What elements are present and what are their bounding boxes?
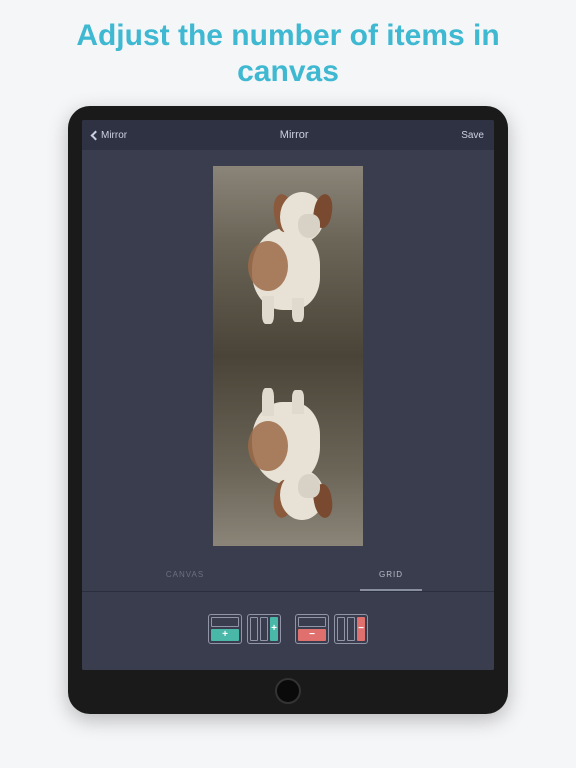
add-group: + +: [208, 614, 281, 644]
remove-group: − −: [295, 614, 368, 644]
grid-controls: + + − −: [82, 592, 494, 670]
grid-cell-icon: [337, 617, 345, 641]
plus-icon: +: [270, 617, 278, 641]
remove-row-button[interactable]: −: [295, 614, 329, 644]
dog-illustration-mirrored: [238, 386, 338, 526]
add-column-button[interactable]: +: [247, 614, 281, 644]
mirrored-photo: [213, 166, 363, 546]
canvas-area[interactable]: [82, 150, 494, 562]
grid-cell-icon: [260, 617, 268, 641]
grid-cell-icon: [211, 617, 239, 627]
plus-icon: +: [211, 629, 239, 641]
dog-illustration: [238, 186, 338, 326]
grid-cell-icon: [250, 617, 258, 641]
chevron-left-icon: [91, 130, 101, 140]
navbar: Mirror Mirror Save: [82, 120, 494, 150]
grid-cell-icon: [298, 617, 326, 627]
photo-top-half: [213, 166, 363, 356]
photo-bottom-half: [213, 356, 363, 546]
promo-title: Adjust the number of items in canvas: [0, 18, 576, 90]
remove-column-button[interactable]: −: [334, 614, 368, 644]
minus-icon: −: [357, 617, 365, 641]
add-row-button[interactable]: +: [208, 614, 242, 644]
home-button[interactable]: [275, 678, 301, 704]
save-button[interactable]: Save: [461, 130, 484, 141]
tabs-bar: CANVAS GRID: [82, 562, 494, 592]
grid-cell-icon: [347, 617, 355, 641]
app-screen: Mirror Mirror Save: [82, 120, 494, 670]
tab-grid[interactable]: GRID: [288, 562, 494, 585]
tab-canvas[interactable]: CANVAS: [82, 562, 288, 585]
back-label: Mirror: [101, 130, 127, 141]
back-button[interactable]: Mirror: [92, 130, 127, 141]
tablet-frame: Mirror Mirror Save: [68, 106, 508, 714]
page-title: Mirror: [280, 129, 309, 141]
minus-icon: −: [298, 629, 326, 641]
